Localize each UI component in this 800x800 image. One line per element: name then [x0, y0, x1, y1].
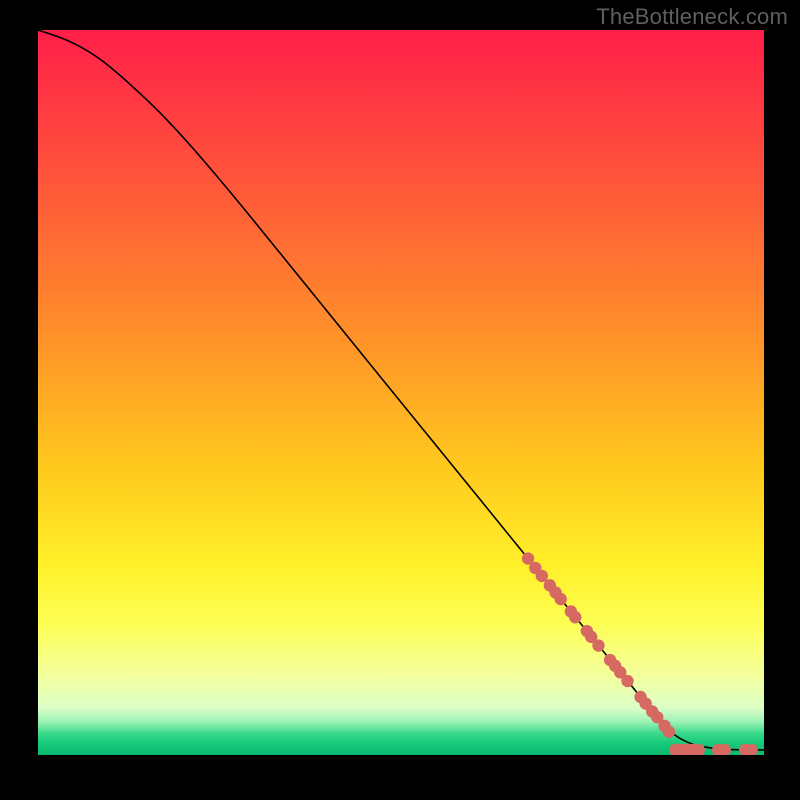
data-marker: [663, 726, 675, 738]
gradient-background: [38, 30, 764, 755]
plot-area: [38, 30, 764, 755]
watermark-text: TheBottleneck.com: [596, 4, 788, 30]
data-marker: [569, 611, 581, 623]
chart-svg: [38, 30, 764, 755]
data-marker: [592, 639, 604, 651]
data-marker: [536, 570, 548, 582]
chart-container: TheBottleneck.com: [0, 0, 800, 800]
data-marker: [555, 593, 567, 605]
data-marker: [621, 675, 633, 687]
